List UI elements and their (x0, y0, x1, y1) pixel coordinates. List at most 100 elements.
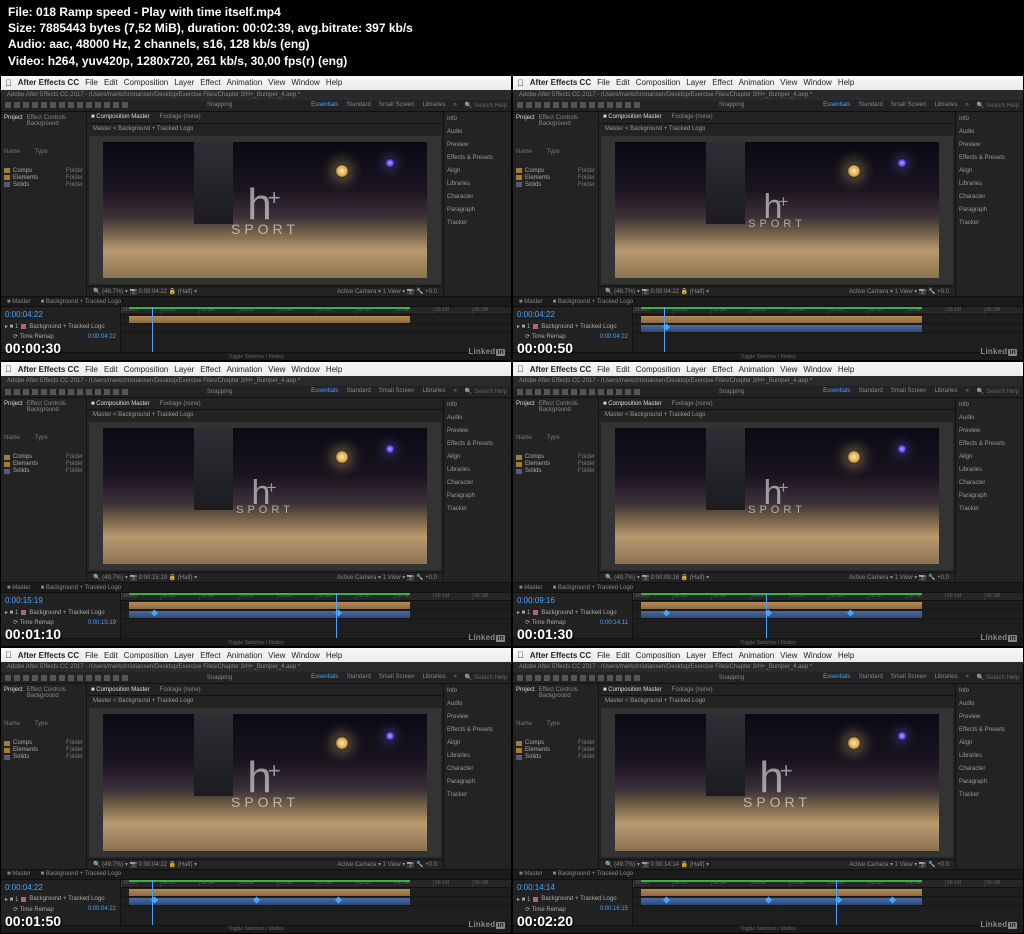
project-item[interactable]: CompsFolder (516, 454, 595, 460)
search-help[interactable]: 🔍 Search Help (977, 102, 1019, 109)
workspace-standard[interactable]: Standard (858, 102, 882, 109)
panel-paragraph[interactable]: Paragraph (447, 206, 508, 214)
tab-effect-controls[interactable]: Effect Controls Background (27, 401, 83, 413)
timeline-tracks[interactable]: 00:00f00:02f00:04f00:06f00:08f00:10f00:1… (121, 593, 511, 638)
tab-footage[interactable]: Footage (none) (160, 401, 201, 407)
snapping-toggle[interactable]: Snapping (719, 102, 744, 108)
apple-icon[interactable]:  (517, 364, 524, 374)
panel-libraries[interactable]: Libraries (959, 752, 1020, 760)
timeline-panel[interactable]: ■ Master ■ Background + Tracked Logo 0:0… (1, 296, 511, 360)
panel-character[interactable]: Character (959, 765, 1020, 773)
project-item[interactable]: CompsFolder (4, 454, 83, 460)
tab-project[interactable]: Project (4, 401, 23, 413)
panel-tracker[interactable]: Tracker (447, 219, 508, 227)
viewport-status[interactable]: 🔍 (49.7%) ▾ 📷 0:00:04:22 🔒 (Half) ▾ Acti… (87, 286, 443, 296)
menu-layer[interactable]: Layer (686, 651, 706, 660)
menu-file[interactable]: File (85, 78, 98, 87)
app-toolbar[interactable]: Snapping Essentials Standard Small Scree… (1, 672, 511, 684)
timeline-tab-master[interactable]: ■ Master (519, 299, 543, 305)
right-panels[interactable]: InfoAudioPreviewEffects & PresetsAlignLi… (955, 684, 1023, 868)
menu-edit[interactable]: Edit (616, 78, 630, 87)
playhead[interactable] (152, 307, 153, 352)
menu-layer[interactable]: Layer (686, 78, 706, 87)
workspace-libraries[interactable]: Libraries (934, 388, 957, 395)
menu-view[interactable]: View (780, 365, 797, 374)
project-panel[interactable]: Project Effect Controls Background Name … (513, 684, 599, 868)
menu-view[interactable]: View (268, 365, 285, 374)
mac-menubar[interactable]:  After Effects CCFileEditCompositionLay… (1, 648, 511, 662)
timeline-tab-bg[interactable]: ■ Background + Tracked Logo (41, 871, 122, 877)
right-panels[interactable]: InfoAudioPreviewEffects & PresetsAlignLi… (955, 398, 1023, 582)
workspace-standard[interactable]: Standard (346, 388, 370, 395)
project-panel[interactable]: Project Effect Controls Background Name … (1, 112, 87, 296)
viewport[interactable]: h+ SPORT (89, 422, 441, 570)
project-item[interactable]: ElementsFolder (516, 461, 595, 467)
panel-tracker[interactable]: Tracker (959, 219, 1020, 227)
mac-menubar[interactable]:  After Effects CCFileEditCompositionLay… (513, 76, 1023, 90)
apple-icon[interactable]:  (5, 650, 12, 660)
workspace-essentials[interactable]: Essentials (823, 674, 850, 681)
panel-audio[interactable]: Audio (959, 700, 1020, 708)
playhead[interactable] (766, 593, 767, 638)
panel-character[interactable]: Character (959, 193, 1020, 201)
menu-window[interactable]: Window (803, 365, 831, 374)
tab-composition[interactable]: ■ Composition Master (91, 114, 150, 120)
workspace-essentials[interactable]: Essentials (823, 102, 850, 109)
menu-file[interactable]: File (597, 651, 610, 660)
playhead[interactable] (336, 593, 337, 638)
menu-composition[interactable]: Composition (124, 651, 168, 660)
layer-bar[interactable] (129, 602, 410, 609)
project-item[interactable]: SolidsFolder (4, 754, 83, 760)
tab-project[interactable]: Project (516, 115, 535, 127)
menu-file[interactable]: File (597, 365, 610, 374)
comp-breadcrumb[interactable]: Master < Background + Tracked Logo (87, 696, 443, 706)
panel-effects-presets[interactable]: Effects & Presets (959, 726, 1020, 734)
viewport[interactable]: h+ SPORT (89, 708, 441, 856)
menu-file[interactable]: File (597, 78, 610, 87)
chevron-right-icon[interactable]: » (454, 674, 457, 681)
panel-preview[interactable]: Preview (447, 713, 508, 721)
tab-footage[interactable]: Footage (none) (672, 401, 713, 407)
menu-window[interactable]: Window (291, 365, 319, 374)
menu-composition[interactable]: Composition (636, 78, 680, 87)
panel-tracker[interactable]: Tracker (959, 791, 1020, 799)
tab-project[interactable]: Project (4, 687, 23, 699)
project-item[interactable]: SolidsFolder (4, 468, 83, 474)
menu-composition[interactable]: Composition (124, 365, 168, 374)
panel-audio[interactable]: Audio (959, 128, 1020, 136)
panel-align[interactable]: Align (447, 167, 508, 175)
viewport-status[interactable]: 🔍 (49.7%) ▾ 📷 0:00:04:22 🔒 (Half) ▾ Acti… (599, 286, 955, 296)
workspace-small[interactable]: Small Screen (379, 102, 415, 109)
menu-effect[interactable]: Effect (200, 651, 220, 660)
right-panels[interactable]: InfoAudioPreviewEffects & PresetsAlignLi… (955, 112, 1023, 296)
panel-align[interactable]: Align (959, 167, 1020, 175)
right-panels[interactable]: InfoAudioPreviewEffects & PresetsAlignLi… (443, 684, 511, 868)
tool-icons[interactable] (517, 102, 640, 108)
apple-icon[interactable]:  (517, 650, 524, 660)
menu-effect[interactable]: Effect (712, 78, 732, 87)
layer-bar[interactable] (129, 316, 410, 323)
layer-row[interactable]: ▸ ■ 1 Background + Tracked Logo (5, 895, 116, 904)
tab-effect-controls[interactable]: Effect Controls Background (539, 687, 595, 699)
timeline-tab-master[interactable]: ■ Master (7, 585, 31, 591)
panel-libraries[interactable]: Libraries (959, 466, 1020, 474)
project-panel[interactable]: Project Effect Controls Background Name … (1, 398, 87, 582)
panel-tracker[interactable]: Tracker (959, 505, 1020, 513)
workspace-standard[interactable]: Standard (346, 102, 370, 109)
menu-animation[interactable]: Animation (739, 365, 775, 374)
right-panels[interactable]: InfoAudioPreviewEffects & PresetsAlignLi… (443, 398, 511, 582)
apple-icon[interactable]:  (5, 78, 12, 88)
app-name[interactable]: After Effects CC (530, 78, 591, 87)
panel-preview[interactable]: Preview (959, 427, 1020, 435)
tool-icons[interactable] (517, 675, 640, 681)
search-help[interactable]: 🔍 Search Help (465, 674, 507, 681)
menu-view[interactable]: View (780, 78, 797, 87)
menu-animation[interactable]: Animation (227, 651, 263, 660)
menu-help[interactable]: Help (326, 651, 342, 660)
menu-composition[interactable]: Composition (124, 78, 168, 87)
panel-audio[interactable]: Audio (959, 414, 1020, 422)
menu-layer[interactable]: Layer (174, 651, 194, 660)
timeline-tracks[interactable]: 00:00f00:02f00:04f00:06f00:08f00:10f00:1… (633, 593, 1023, 638)
search-help[interactable]: 🔍 Search Help (977, 674, 1019, 681)
snapping-toggle[interactable]: Snapping (719, 675, 744, 681)
